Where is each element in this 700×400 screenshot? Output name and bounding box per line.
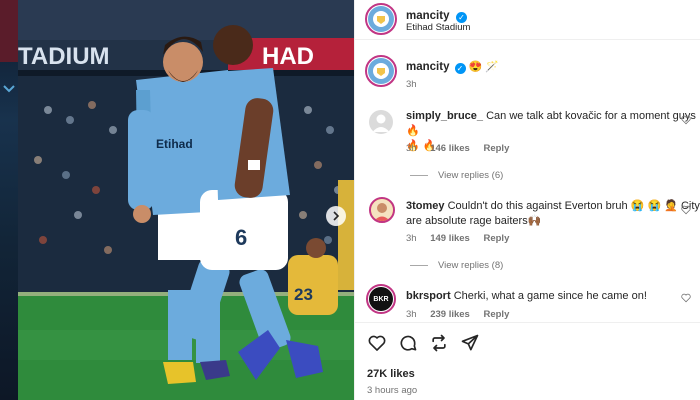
- chevron-right-icon: [333, 211, 340, 221]
- photo-scene: TADIUM HAD 23 Etihad 6: [18, 0, 354, 400]
- comment-3-body: bkrsport Cherki, what a game since he ca…: [406, 289, 700, 304]
- caption-avatar[interactable]: [368, 58, 394, 84]
- post-header: mancity ✓ Etihad Stadium: [355, 0, 700, 40]
- likes-count[interactable]: 27K likes: [367, 368, 415, 380]
- default-user-icon: [372, 114, 390, 132]
- comment-1-username[interactable]: simply_bruce_: [406, 110, 483, 122]
- comment-3-username[interactable]: bkrsport: [406, 290, 451, 302]
- share-icon[interactable]: [460, 333, 480, 353]
- comment-3-time: 3h: [406, 309, 417, 320]
- comment-3-text: Cherki, what a game since he came on!: [453, 290, 647, 302]
- post-panel: mancity ✓ Etihad Stadium mancity ✓ 😍 🪄 3…: [354, 0, 700, 400]
- comment-1-time: 3h: [406, 143, 417, 154]
- comment-3-meta: 3h 239 likes Reply: [406, 309, 520, 320]
- repost-icon[interactable]: [429, 333, 449, 353]
- verified-icon: ✓: [454, 63, 466, 74]
- avatar-mancity[interactable]: [368, 6, 394, 32]
- shirt-sponsor: Etihad: [156, 137, 193, 151]
- comment-2-reply-button[interactable]: Reply: [483, 233, 509, 244]
- heart-icon[interactable]: [367, 333, 387, 353]
- carousel-next-button[interactable]: [326, 206, 346, 226]
- comment-1-view-replies-text: View replies (6): [438, 170, 504, 181]
- comment-2-time: 3h: [406, 233, 417, 244]
- comment-3-heart-icon[interactable]: [681, 293, 691, 303]
- caption-username[interactable]: mancity: [406, 61, 449, 73]
- comment-avatar-simply-bruce[interactable]: [369, 110, 393, 134]
- chevron-down-icon: [3, 85, 15, 93]
- post-timestamp: 3 hours ago: [367, 385, 418, 396]
- comment-1-likes[interactable]: 146 likes: [430, 143, 470, 154]
- comment-2-view-replies-text: View replies (8): [438, 260, 504, 271]
- comment-3-reply-button[interactable]: Reply: [483, 309, 509, 320]
- bkrsport-logo: BKR: [373, 295, 389, 303]
- comment-avatar-bkrsport[interactable]: BKR: [369, 287, 393, 311]
- comment-1-reply-button[interactable]: Reply: [483, 143, 509, 154]
- opponent-number: 23: [294, 285, 313, 304]
- comment-3-likes[interactable]: 239 likes: [430, 309, 470, 320]
- mancity-crest-icon: [369, 7, 393, 31]
- banner-text-left: TADIUM: [18, 43, 110, 70]
- shirt-number: 6: [235, 225, 247, 250]
- comment-1-heart-icon[interactable]: [681, 115, 691, 125]
- post-photo[interactable]: TADIUM HAD 23 Etihad 6: [18, 0, 354, 400]
- header-username[interactable]: mancity: [406, 10, 449, 22]
- strip-accent: [0, 0, 18, 62]
- comment-icon[interactable]: [398, 333, 418, 353]
- comment-2-body: 3tomey Couldn't do this against Everton …: [406, 199, 700, 229]
- comment-2-meta: 3h 149 likes Reply: [406, 233, 520, 244]
- comment-2-username[interactable]: 3tomey: [406, 200, 445, 212]
- divider-line: [410, 265, 428, 266]
- post-actions: 27K likes 3 hours ago: [355, 322, 700, 400]
- comment-1-view-replies[interactable]: View replies (6): [410, 170, 503, 181]
- comment-2-heart-icon[interactable]: [681, 205, 691, 215]
- comment-2-view-replies[interactable]: View replies (8): [410, 260, 503, 271]
- comment-2-text-line2: are absolute rage baiters🙌🏾: [406, 215, 542, 227]
- caption-text: 😍 🪄: [468, 61, 500, 73]
- divider-line: [410, 175, 428, 176]
- mancity-crest-icon: [369, 59, 393, 83]
- user-photo-icon: [371, 199, 393, 221]
- previous-post-strip[interactable]: [0, 0, 18, 400]
- banner-text-right: HAD: [262, 43, 314, 70]
- header-location[interactable]: Etihad Stadium: [406, 22, 470, 33]
- comment-2-text: Couldn't do this against Everton bruh 😭 …: [447, 200, 700, 212]
- caption-time: 3h: [406, 79, 417, 90]
- comment-1-meta: 3h 146 likes Reply: [406, 143, 520, 154]
- comment-avatar-3tomey[interactable]: [369, 197, 395, 223]
- comment-2-likes[interactable]: 149 likes: [430, 233, 470, 244]
